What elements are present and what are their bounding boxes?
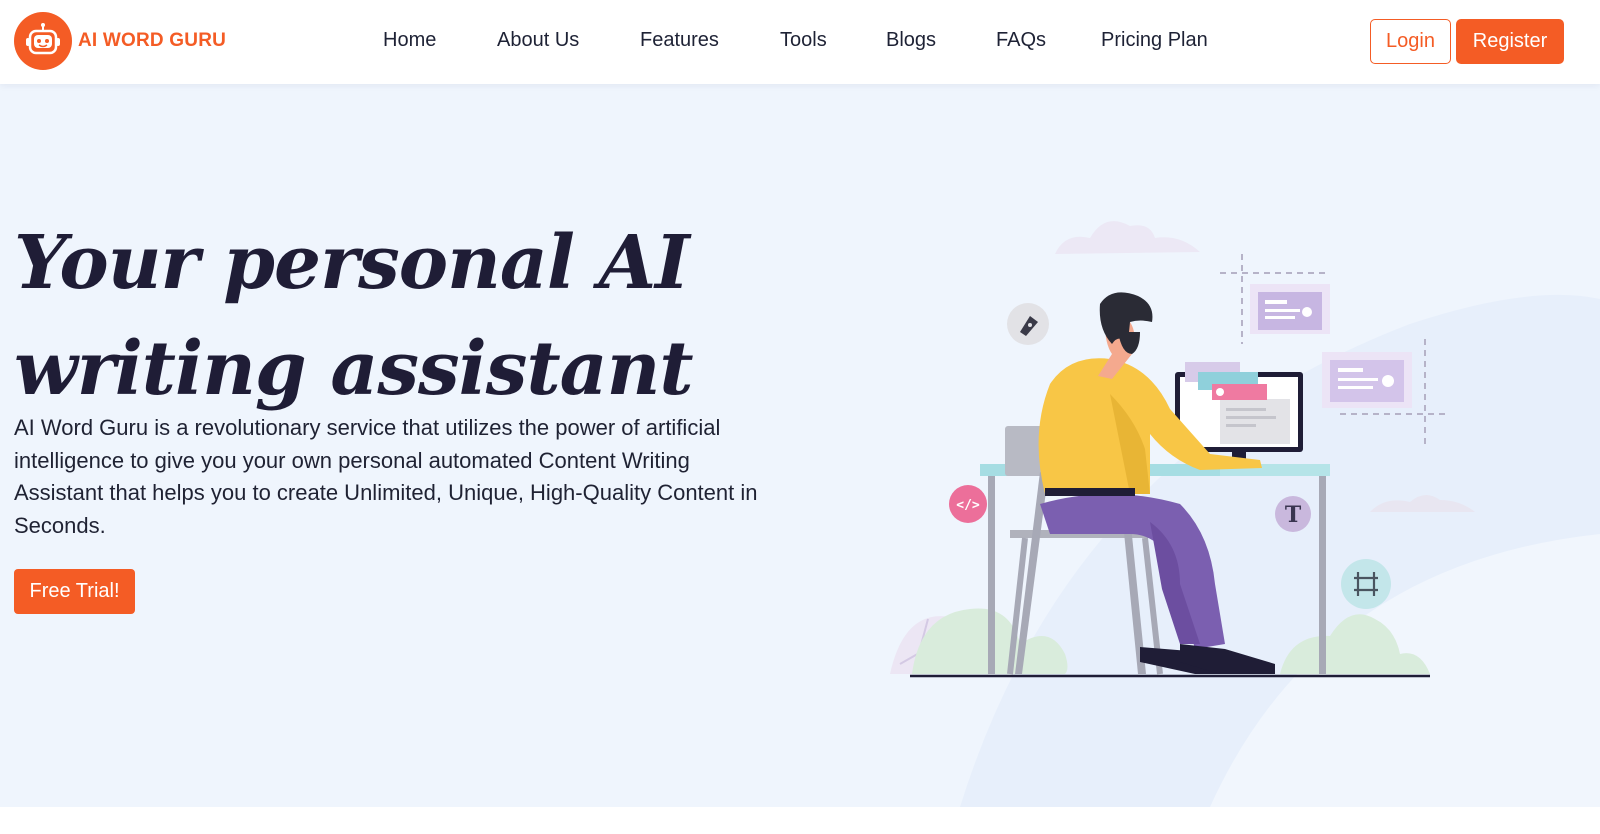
login-button[interactable]: Login	[1370, 19, 1451, 64]
hero-description: AI Word Guru is a revolutionary service …	[14, 415, 758, 538]
grid-icon	[1341, 559, 1391, 609]
nav-features[interactable]: Features	[640, 29, 719, 52]
hero-title-line-1: Your personal AI	[14, 220, 690, 306]
svg-text:T: T	[1285, 502, 1302, 528]
nav-faqs[interactable]: FAQs	[996, 29, 1046, 52]
nav-pricing-plan[interactable]: Pricing Plan	[1101, 29, 1208, 52]
code-icon: </>	[949, 485, 987, 523]
pen-tool-icon	[1007, 303, 1049, 345]
svg-text:</>: </>	[956, 498, 980, 513]
nav-blogs[interactable]: Blogs	[886, 29, 936, 52]
hero-title: Your personal AI writing assistant	[14, 210, 714, 422]
site-header: AI WORD GURU Home About Us Features Tool…	[0, 0, 1600, 84]
register-button[interactable]: Register	[1456, 19, 1564, 64]
free-trial-button[interactable]: Free Trial!	[14, 569, 135, 614]
hero-title-line-2: writing assistant	[14, 326, 694, 412]
brand-name: AI WORD GURU	[78, 30, 227, 51]
hero-illustration: </> T	[890, 221, 1600, 807]
nav-home[interactable]: Home	[383, 29, 436, 52]
text-icon: T	[1275, 496, 1311, 532]
nav-tools[interactable]: Tools	[780, 29, 827, 52]
logo[interactable]: AI WORD GURU	[14, 12, 226, 70]
hero-section: Your personal AI writing assistant AI Wo…	[0, 84, 1600, 807]
nav-about-us[interactable]: About Us	[497, 29, 579, 52]
robot-icon	[14, 12, 72, 70]
